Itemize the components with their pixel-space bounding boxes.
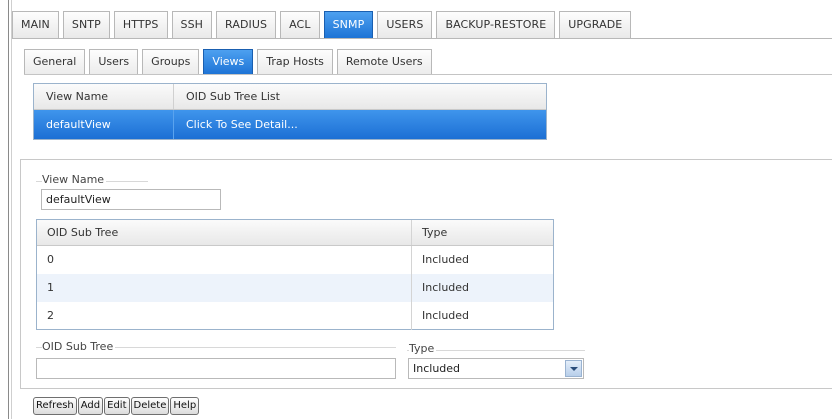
view-detail-link[interactable]: Click To See Detail... bbox=[174, 110, 298, 139]
column-header-oid-subtree-list[interactable]: OID Sub Tree List bbox=[174, 84, 280, 109]
tab-upgrade[interactable]: UPGRADE bbox=[559, 11, 632, 38]
tab-acl[interactable]: ACL bbox=[280, 11, 320, 38]
table-row[interactable]: 0 Included bbox=[37, 246, 553, 274]
table-row[interactable]: 2 Included bbox=[37, 302, 553, 330]
sub-tab-divider bbox=[24, 74, 832, 75]
column-header-view-name[interactable]: View Name bbox=[34, 84, 174, 109]
oid-subtree-table: OID Sub Tree Type 0 Included 1 Included … bbox=[36, 219, 554, 330]
oid-subtree-input[interactable] bbox=[36, 358, 396, 379]
view-name-cell[interactable]: defaultView bbox=[34, 110, 174, 139]
view-list-table: View Name OID Sub Tree List defaultView … bbox=[33, 83, 547, 140]
subtab-remote-users[interactable]: Remote Users bbox=[336, 49, 432, 74]
tab-snmp[interactable]: SNMP bbox=[323, 11, 374, 38]
refresh-button[interactable]: Refresh bbox=[33, 397, 77, 415]
action-button-row: Refresh Add Edit Delete Help bbox=[33, 397, 200, 415]
add-button[interactable]: Add bbox=[77, 397, 104, 415]
view-list-row-selected[interactable]: defaultView Click To See Detail... bbox=[34, 110, 546, 139]
subtab-views[interactable]: Views bbox=[203, 49, 254, 74]
subtab-users[interactable]: Users bbox=[89, 49, 139, 74]
oid-cell: 1 bbox=[37, 274, 412, 302]
tab-sntp[interactable]: SNTP bbox=[62, 11, 110, 38]
oid-cell: 2 bbox=[37, 302, 412, 330]
type-cell: Included bbox=[422, 253, 470, 266]
view-name-label: View Name bbox=[42, 173, 107, 186]
type-label: Type bbox=[409, 342, 437, 355]
type-cell: Included bbox=[422, 281, 470, 294]
delete-button[interactable]: Delete bbox=[130, 397, 170, 415]
type-select[interactable]: Included bbox=[408, 358, 584, 379]
view-name-input[interactable]: defaultView bbox=[41, 189, 221, 210]
oid-cell: 0 bbox=[37, 246, 412, 274]
tab-radius[interactable]: RADIUS bbox=[216, 11, 277, 38]
help-button[interactable]: Help bbox=[170, 397, 200, 415]
oid-table-header: OID Sub Tree Type bbox=[37, 220, 553, 246]
column-header-type[interactable]: Type bbox=[412, 220, 447, 245]
view-list-header: View Name OID Sub Tree List bbox=[34, 84, 546, 110]
tab-users[interactable]: USERS bbox=[377, 11, 433, 38]
subtab-general[interactable]: General bbox=[24, 49, 86, 74]
tab-main[interactable]: MAIN bbox=[12, 11, 59, 38]
main-tab-bar: MAIN SNTP HTTPS SSH RADIUS ACL SNMP USER… bbox=[12, 11, 635, 38]
subtab-groups[interactable]: Groups bbox=[142, 49, 200, 74]
edit-button[interactable]: Edit bbox=[104, 397, 130, 415]
type-cell: Included bbox=[422, 309, 470, 322]
left-frame-border-inner bbox=[11, 0, 12, 419]
tab-https[interactable]: HTTPS bbox=[113, 11, 168, 38]
chevron-down-icon[interactable] bbox=[565, 360, 582, 377]
column-header-oid-subtree[interactable]: OID Sub Tree bbox=[37, 220, 412, 245]
type-select-value: Included bbox=[413, 362, 461, 375]
snmp-sub-tab-bar: General Users Groups Views Trap Hosts Re… bbox=[24, 49, 436, 74]
tab-backup-restore[interactable]: BACKUP-RESTORE bbox=[436, 11, 556, 38]
subtab-trap-hosts[interactable]: Trap Hosts bbox=[257, 49, 333, 74]
oid-subtree-label: OID Sub Tree bbox=[42, 340, 116, 353]
tab-ssh[interactable]: SSH bbox=[171, 11, 213, 38]
left-frame-border bbox=[8, 0, 9, 419]
main-tab-divider bbox=[12, 38, 832, 39]
table-row[interactable]: 1 Included bbox=[37, 274, 553, 302]
